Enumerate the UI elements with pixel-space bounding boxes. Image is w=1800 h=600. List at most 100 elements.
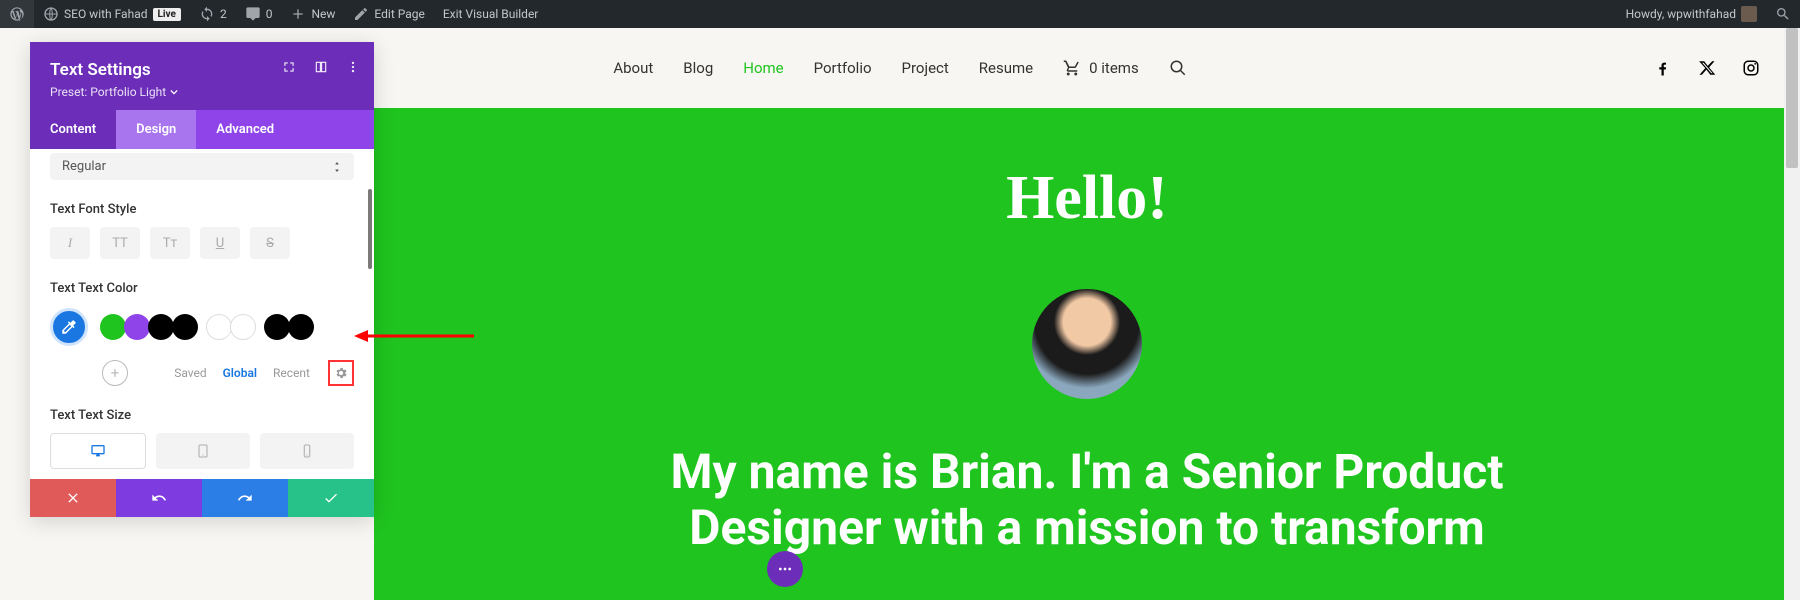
swatch-4[interactable] xyxy=(172,314,198,340)
nav-center: About Blog Home Portfolio Project Resume… xyxy=(613,59,1186,77)
color-settings-gear[interactable] xyxy=(328,360,354,386)
edit-page-text: Edit Page xyxy=(374,7,424,21)
new-text: New xyxy=(311,7,335,21)
panel-scroll-thumb[interactable] xyxy=(368,189,372,269)
label-text-color: Text Text Color xyxy=(50,281,354,296)
redo-button[interactable] xyxy=(202,479,288,517)
panel-tabs: Content Design Advanced xyxy=(30,110,374,149)
nav-home[interactable]: Home xyxy=(743,59,783,77)
hero-intro-line2: Designer with a mission to transform xyxy=(689,499,1484,556)
device-phone[interactable] xyxy=(260,433,354,469)
hero-avatar xyxy=(1032,289,1142,399)
font-weight-select[interactable]: Regular xyxy=(50,153,354,180)
uppercase-button[interactable]: TT xyxy=(100,227,140,259)
add-color-button[interactable]: + xyxy=(102,360,128,386)
exit-vb-text: Exit Visual Builder xyxy=(443,7,539,21)
divi-fab-button[interactable] xyxy=(767,551,803,587)
wp-admin-bar: SEO with Fahad Live 2 0 New Edit Page Ex… xyxy=(0,0,1800,28)
save-button[interactable] xyxy=(288,479,374,517)
wp-admin-left: SEO with Fahad Live 2 0 New Edit Page Ex… xyxy=(0,0,547,28)
howdy-text: Howdy, wpwithfahad xyxy=(1626,7,1736,21)
panel-header-actions xyxy=(282,60,360,74)
nav-about[interactable]: About xyxy=(613,59,653,77)
swatch-group-1 xyxy=(102,314,198,340)
tab-design[interactable]: Design xyxy=(116,110,196,149)
nav-project[interactable]: Project xyxy=(902,59,949,77)
smallcaps-button[interactable]: Tт xyxy=(150,227,190,259)
nav-resume[interactable]: Resume xyxy=(979,59,1033,77)
preset-label: Preset: Portfolio Light xyxy=(50,85,166,99)
howdy-link[interactable]: Howdy, wpwithfahad xyxy=(1617,0,1766,28)
tab-advanced[interactable]: Advanced xyxy=(196,110,294,149)
wp-logo[interactable] xyxy=(0,0,34,28)
font-weight-value: Regular xyxy=(62,159,106,174)
edit-page-link[interactable]: Edit Page xyxy=(344,0,433,28)
exit-vb-link[interactable]: Exit Visual Builder xyxy=(434,0,548,28)
search-icon xyxy=(1775,6,1791,22)
swatch-1[interactable] xyxy=(100,314,126,340)
color-tab-global[interactable]: Global xyxy=(223,366,257,380)
nav-blog[interactable]: Blog xyxy=(683,59,713,77)
site-name-link[interactable]: SEO with Fahad Live xyxy=(34,0,190,28)
panel-scrollbar[interactable] xyxy=(366,149,374,479)
device-tabs xyxy=(50,433,354,469)
underline-button[interactable]: U xyxy=(200,227,240,259)
chevron-down-icon xyxy=(170,88,178,96)
hero-intro: My name is Brian. I'm a Senior Product D… xyxy=(637,444,1537,556)
user-avatar-icon xyxy=(1741,6,1757,22)
comment-icon xyxy=(245,6,261,22)
swatch-5[interactable] xyxy=(206,314,232,340)
live-badge: Live xyxy=(153,8,181,21)
swatch-8[interactable] xyxy=(288,314,314,340)
nav-cart[interactable]: 0 items xyxy=(1063,59,1139,77)
nav-portfolio[interactable]: Portfolio xyxy=(814,59,872,77)
scrollbar-thumb[interactable] xyxy=(1786,28,1798,168)
device-desktop[interactable] xyxy=(50,433,146,469)
strikethrough-button[interactable]: S xyxy=(250,227,290,259)
color-tabs: Saved Global Recent xyxy=(174,360,354,386)
undo-button[interactable] xyxy=(116,479,202,517)
comments-count: 0 xyxy=(266,7,273,21)
preset-dropdown[interactable]: Preset: Portfolio Light xyxy=(50,85,178,99)
eyedropper-button[interactable] xyxy=(50,308,88,346)
panel-body: Regular Text Font Style I TT Tт U S Text… xyxy=(30,149,374,479)
kebab-menu-icon[interactable] xyxy=(346,60,360,74)
label-font-style: Text Font Style xyxy=(50,202,354,217)
swatch-7[interactable] xyxy=(264,314,290,340)
updates-link[interactable]: 2 xyxy=(190,0,236,28)
x-twitter-icon[interactable] xyxy=(1698,59,1716,77)
color-tabs-row: + Saved Global Recent xyxy=(50,360,354,386)
text-settings-panel: Text Settings Preset: Portfolio Light Co… xyxy=(30,42,374,517)
panel-footer xyxy=(30,479,374,517)
swatch-group-2 xyxy=(208,314,256,340)
font-style-buttons: I TT Tт U S xyxy=(50,227,354,259)
instagram-icon[interactable] xyxy=(1742,59,1760,77)
nav-socials xyxy=(1654,59,1760,77)
wp-admin-right: Howdy, wpwithfahad xyxy=(1617,0,1800,28)
facebook-icon[interactable] xyxy=(1654,59,1672,77)
device-tablet[interactable] xyxy=(156,433,250,469)
site-name-text: SEO with Fahad xyxy=(64,7,148,21)
tab-content[interactable]: Content xyxy=(30,110,116,149)
swatch-2[interactable] xyxy=(124,314,150,340)
label-text-size: Text Text Size xyxy=(50,408,354,423)
comments-link[interactable]: 0 xyxy=(236,0,282,28)
swatch-6[interactable] xyxy=(230,314,256,340)
cancel-button[interactable] xyxy=(30,479,116,517)
cart-icon xyxy=(1063,59,1081,77)
plus-icon xyxy=(290,6,306,22)
italic-button[interactable]: I xyxy=(50,227,90,259)
page-scrollbar[interactable] xyxy=(1784,28,1800,600)
expand-icon[interactable] xyxy=(282,60,296,74)
color-tab-recent[interactable]: Recent xyxy=(273,366,310,380)
hero-section: Hello! My name is Brian. I'm a Senior Pr… xyxy=(374,108,1800,600)
new-link[interactable]: New xyxy=(281,0,344,28)
color-tab-saved[interactable]: Saved xyxy=(174,366,206,380)
refresh-icon xyxy=(199,6,215,22)
color-palette-row xyxy=(50,308,354,346)
swatch-3[interactable] xyxy=(148,314,174,340)
site-search-button[interactable] xyxy=(1169,59,1187,77)
snap-icon[interactable] xyxy=(314,60,328,74)
pencil-icon xyxy=(353,6,369,22)
wp-search-button[interactable] xyxy=(1766,0,1800,28)
